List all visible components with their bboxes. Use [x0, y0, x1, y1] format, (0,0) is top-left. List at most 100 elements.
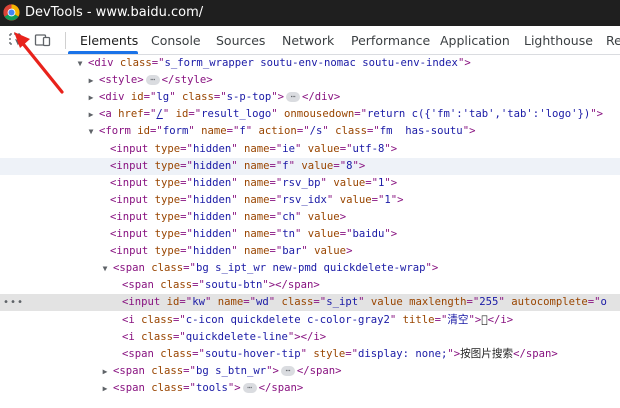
- tag-syntax: =": [180, 245, 193, 258]
- dom-node-row[interactable]: ▼ <div class="s_form_wrapper soutu-env-no…: [0, 55, 620, 72]
- attribute-name: type: [154, 193, 181, 206]
- dom-node-row[interactable]: <span class="soutu-btn"></span>: [0, 277, 620, 294]
- toolbar-divider: [65, 32, 66, 49]
- attribute-name: type: [154, 176, 181, 189]
- tag-syntax: ": [231, 228, 244, 240]
- active-tab-indicator: [68, 51, 138, 54]
- tag-syntax: ">: [468, 313, 482, 326]
- expand-triangle-icon[interactable]: ▶: [86, 106, 96, 123]
- collapse-triangle-icon[interactable]: ▼: [86, 123, 96, 140]
- attribute-value: s-p-top: [226, 91, 272, 104]
- inspect-element-button[interactable]: [5, 29, 27, 51]
- expand-triangle-icon[interactable]: ▶: [100, 363, 110, 380]
- dom-node-row[interactable]: <input type="hidden" name="rsv_idx" valu…: [0, 192, 620, 209]
- dom-node-row[interactable]: ▶ <a href="/" id="result_logo" onmousedow…: [0, 106, 620, 123]
- attribute-name: class: [281, 296, 314, 309]
- attribute-value: bg s_ipt_wr new-pmd quickdelete-wrap: [195, 262, 426, 275]
- tab-network[interactable]: Network: [282, 26, 334, 55]
- expand-triangle-icon[interactable]: ▶: [100, 380, 110, 397]
- device-toolbar-button[interactable]: [32, 29, 54, 51]
- tag-syntax: >: [339, 210, 347, 223]
- tag-syntax: ": [169, 91, 182, 104]
- tag-syntax: =": [333, 159, 347, 172]
- dom-node-code: <i class="quickdelete-line"></i>: [122, 329, 326, 346]
- tag-syntax: <span: [122, 347, 161, 360]
- attribute-value: quickdelete-line: [185, 330, 288, 343]
- tag-syntax: ": [498, 296, 512, 309]
- attribute-name: class: [160, 347, 193, 360]
- attribute-value: baidu: [352, 228, 385, 240]
- dom-node-row[interactable]: <input type="hidden" name="ch" value>: [0, 209, 620, 226]
- tab-sources[interactable]: Sources: [216, 26, 265, 55]
- dom-node-row[interactable]: ▼ <form id="form" name="f" action="/s" cl…: [0, 123, 620, 140]
- attribute-name: type: [154, 142, 181, 155]
- attribute-name: type: [154, 228, 181, 240]
- dom-node-row[interactable]: ▶ <span class="tools"> ⋯ </span>: [0, 380, 620, 397]
- tag-syntax: ": [320, 176, 334, 189]
- dom-node-row[interactable]: <input type="hidden" name="tn" value="ba…: [0, 226, 620, 243]
- inspect-element-icon: [9, 33, 22, 46]
- dom-node-row[interactable]: ▶ <div id="lg" class="s-p-top"> ⋯ </div>: [0, 89, 620, 106]
- attribute-value: hidden: [192, 176, 232, 189]
- collapse-triangle-icon[interactable]: ▼: [100, 260, 110, 277]
- attribute-value: wd: [256, 296, 269, 309]
- tag-syntax: ": [389, 313, 403, 326]
- expand-triangle-icon[interactable]: ▶: [86, 89, 96, 106]
- dom-node-code: <input id="kw" name="wd" class="s_ipt" v…: [122, 294, 607, 311]
- tag-syntax: =": [269, 228, 283, 240]
- attribute-name: value: [307, 210, 340, 223]
- dom-node-row[interactable]: ▼ <span class="bg s_ipt_wr new-pmd quickd…: [0, 260, 620, 277]
- attribute-name: class: [151, 364, 184, 377]
- dom-node-row[interactable]: <input type="hidden" name="f" value="8">: [0, 157, 620, 175]
- collapsed-content-ellipsis-icon[interactable]: ⋯: [145, 75, 160, 86]
- tag-syntax: ": [204, 296, 218, 309]
- attribute-name: name: [201, 125, 227, 138]
- collapsed-content-ellipsis-icon[interactable]: ⋯: [280, 365, 295, 376]
- dom-node-row[interactable]: <input type="hidden" name="rsv_bp" value…: [0, 175, 620, 192]
- tab-lighthouse[interactable]: Lighthouse: [524, 26, 593, 55]
- dom-node-row[interactable]: <input type="hidden" name="ie" value="ut…: [0, 141, 620, 158]
- dom-node-row[interactable]: <i class="c-icon quickdelete c-color-gra…: [0, 312, 620, 329]
- attribute-value: tn: [282, 228, 296, 240]
- tag-syntax: <i: [122, 330, 142, 343]
- tag-syntax: =": [365, 176, 378, 189]
- tag-syntax: <span: [113, 262, 152, 275]
- tag-syntax: ": [322, 125, 336, 138]
- collapsed-content-ellipsis-icon[interactable]: ⋯: [286, 92, 301, 103]
- tab-application[interactable]: Application: [440, 26, 510, 55]
- attribute-name: value: [307, 228, 340, 240]
- dom-node-row[interactable]: ••• <input id="kw" name="wd" class="s_ipt…: [0, 294, 620, 312]
- attribute-value: soutu-btn: [204, 279, 263, 292]
- tag-syntax: ">: [266, 364, 279, 377]
- tag-syntax: <input: [110, 245, 155, 258]
- attribute-name: value: [370, 296, 403, 309]
- tag-syntax: ">: [384, 228, 398, 240]
- tab-performance[interactable]: Performance: [351, 26, 430, 55]
- tag-syntax: =": [180, 228, 193, 240]
- attribute-name: type: [154, 245, 181, 258]
- attribute-value: result_logo: [201, 108, 272, 121]
- attribute-value: rsv_idx: [282, 193, 327, 206]
- tag-syntax: =": [188, 108, 202, 121]
- expand-triangle-icon[interactable]: ▶: [86, 72, 96, 89]
- tag-syntax: =": [269, 193, 283, 206]
- tag-syntax: <div: [88, 57, 120, 69]
- tag-syntax: <input: [110, 228, 155, 240]
- dom-tree[interactable]: ▼ <div class="s_form_wrapper soutu-env-no…: [0, 55, 620, 408]
- tag-syntax: ": [295, 228, 308, 240]
- dom-node-row[interactable]: <input type="hidden" name="bar" value>: [0, 243, 620, 260]
- tag-syntax: =": [183, 364, 196, 377]
- collapse-triangle-icon[interactable]: ▼: [75, 55, 85, 72]
- tab-console[interactable]: Console: [151, 26, 201, 55]
- tag-syntax: =": [180, 159, 193, 172]
- tab-overflow[interactable]: Re: [606, 26, 620, 55]
- dom-node-row[interactable]: ▶ <style> ⋯ </style>: [0, 72, 620, 89]
- dom-node-row[interactable]: <span class="soutu-hover-tip" style="dis…: [0, 346, 620, 363]
- tag-syntax: =": [269, 245, 283, 258]
- row-options-dots[interactable]: •••: [3, 294, 24, 311]
- dom-node-row[interactable]: <i class="quickdelete-line"></i>: [0, 329, 620, 346]
- attribute-name: name: [243, 210, 270, 223]
- collapsed-content-ellipsis-icon[interactable]: ⋯: [242, 382, 257, 393]
- tag-syntax: ": [295, 142, 308, 155]
- dom-node-row[interactable]: ▶ <span class="bg s_btn_wr"> ⋯ </span>: [0, 363, 620, 380]
